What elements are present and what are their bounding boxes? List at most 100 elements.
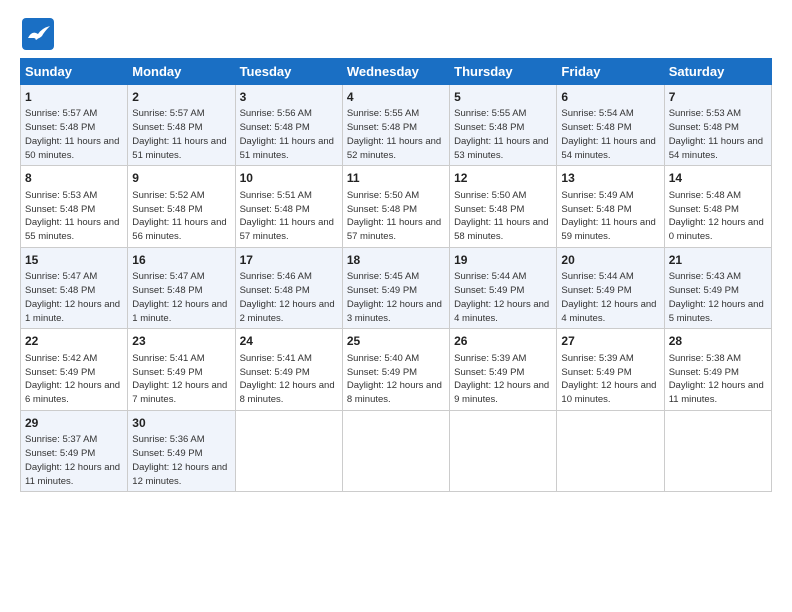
calendar-cell: 29Sunrise: 5:37 AMSunset: 5:49 PMDayligh… xyxy=(21,410,128,491)
day-number: 13 xyxy=(561,170,659,187)
sunrise-label: Sunrise: 5:41 AM xyxy=(240,353,312,364)
week-row-3: 15 Sunrise: 5:47 AM Sunset: 5:48 PM Dayligh… xyxy=(21,247,772,328)
calendar-cell: 13Sunrise: 5:49 AMSunset: 5:48 PMDayligh… xyxy=(557,166,664,247)
sunset-label: Sunset: 5:48 PM xyxy=(454,122,524,133)
calendar-cell: 12Sunrise: 5:50 AMSunset: 5:48 PMDayligh… xyxy=(450,166,557,247)
calendar-cell: 26Sunrise: 5:39 AMSunset: 5:49 PMDayligh… xyxy=(450,329,557,410)
sunset-label: Sunset: 5:49 PM xyxy=(25,448,95,459)
sunset-label: Sunset: 5:49 PM xyxy=(454,285,524,296)
calendar-cell: 16Sunrise: 5:47 AMSunset: 5:48 PMDayligh… xyxy=(128,247,235,328)
sunset-label: Sunset: 5:48 PM xyxy=(561,122,631,133)
sunrise-label: Sunrise: 5:54 AM xyxy=(561,108,633,119)
sunrise-label: Sunrise: 5:50 AM xyxy=(347,190,419,201)
sunrise-label: Sunrise: 5:47 AM xyxy=(132,271,204,282)
weekday-header-row: SundayMondayTuesdayWednesdayThursdayFrid… xyxy=(21,59,772,85)
daylight-label: Daylight: 12 hours and 7 minutes. xyxy=(132,380,227,405)
sunrise-label: Sunrise: 5:41 AM xyxy=(132,353,204,364)
sunrise-label: Sunrise: 5:53 AM xyxy=(669,108,741,119)
sunset-label: Sunset: 5:48 PM xyxy=(454,204,524,215)
calendar-cell: 3Sunrise: 5:56 AMSunset: 5:48 PMDaylight… xyxy=(235,85,342,166)
sunrise-label: Sunrise: 5:53 AM xyxy=(25,190,97,201)
calendar-cell xyxy=(450,410,557,491)
sunrise-label: Sunrise: 5:39 AM xyxy=(454,353,526,364)
calendar-cell xyxy=(342,410,449,491)
daylight-label: Daylight: 12 hours and 4 minutes. xyxy=(454,299,549,324)
sunset-label: Sunset: 5:48 PM xyxy=(347,204,417,215)
header xyxy=(20,16,772,52)
calendar-cell: 14Sunrise: 5:48 AMSunset: 5:48 PMDayligh… xyxy=(664,166,771,247)
sunrise-label: Sunrise: 5:44 AM xyxy=(454,271,526,282)
daylight-label: Daylight: 12 hours and 4 minutes. xyxy=(561,299,656,324)
sunset-label: Sunset: 5:48 PM xyxy=(240,122,310,133)
day-number: 8 xyxy=(25,170,123,187)
daylight-label: Daylight: 12 hours and 6 minutes. xyxy=(25,380,120,405)
calendar-cell: 9Sunrise: 5:52 AMSunset: 5:48 PMDaylight… xyxy=(128,166,235,247)
sunset-label: Sunset: 5:48 PM xyxy=(240,285,310,296)
day-number: 25 xyxy=(347,333,445,350)
daylight-label: Daylight: 11 hours and 53 minutes. xyxy=(454,136,548,161)
day-number: 26 xyxy=(454,333,552,350)
sunset-label: Sunset: 5:48 PM xyxy=(132,204,202,215)
calendar-cell: 24Sunrise: 5:41 AMSunset: 5:49 PMDayligh… xyxy=(235,329,342,410)
daylight-label: Daylight: 12 hours and 5 minutes. xyxy=(669,299,764,324)
day-number: 11 xyxy=(347,170,445,187)
day-number: 30 xyxy=(132,415,230,432)
sunrise-label: Sunrise: 5:42 AM xyxy=(25,353,97,364)
sunset-label: Sunset: 5:48 PM xyxy=(132,285,202,296)
week-row-5: 29Sunrise: 5:37 AMSunset: 5:49 PMDayligh… xyxy=(21,410,772,491)
calendar-cell: 1Sunrise: 5:57 AMSunset: 5:48 PMDaylight… xyxy=(21,85,128,166)
sunset-label: Sunset: 5:49 PM xyxy=(669,367,739,378)
calendar-table: SundayMondayTuesdayWednesdayThursdayFrid… xyxy=(20,58,772,492)
sunrise-label: Sunrise: 5:43 AM xyxy=(669,271,741,282)
calendar-cell: 23Sunrise: 5:41 AMSunset: 5:49 PMDayligh… xyxy=(128,329,235,410)
day-number: 5 xyxy=(454,89,552,106)
daylight-label: Daylight: 11 hours and 51 minutes. xyxy=(240,136,334,161)
calendar-cell: 8Sunrise: 5:53 AMSunset: 5:48 PMDaylight… xyxy=(21,166,128,247)
daylight-label: Daylight: 12 hours and 2 minutes. xyxy=(240,299,335,324)
calendar-cell: 22Sunrise: 5:42 AMSunset: 5:49 PMDayligh… xyxy=(21,329,128,410)
sunrise-label: Sunrise: 5:37 AM xyxy=(25,434,97,445)
sunrise-label: Sunrise: 5:57 AM xyxy=(25,108,97,119)
daylight-label: Daylight: 11 hours and 56 minutes. xyxy=(132,217,226,242)
calendar-cell xyxy=(664,410,771,491)
calendar-cell: 18Sunrise: 5:45 AMSunset: 5:49 PMDayligh… xyxy=(342,247,449,328)
sunset-label: Sunset: 5:48 PM xyxy=(25,285,95,296)
sunset-label: Sunset: 5:49 PM xyxy=(561,367,631,378)
calendar-cell: 10Sunrise: 5:51 AMSunset: 5:48 PMDayligh… xyxy=(235,166,342,247)
calendar-cell: 6Sunrise: 5:54 AMSunset: 5:48 PMDaylight… xyxy=(557,85,664,166)
daylight-label: Daylight: 12 hours and 8 minutes. xyxy=(347,380,442,405)
daylight-label: Daylight: 11 hours and 51 minutes. xyxy=(132,136,226,161)
weekday-monday: Monday xyxy=(128,59,235,85)
sunset-label: Sunset: 5:49 PM xyxy=(240,367,310,378)
calendar-cell xyxy=(557,410,664,491)
day-number: 18 xyxy=(347,252,445,269)
day-number: 19 xyxy=(454,252,552,269)
sunset-label: Sunset: 5:48 PM xyxy=(347,122,417,133)
day-number: 29 xyxy=(25,415,123,432)
sunrise-label: Sunrise: 5:45 AM xyxy=(347,271,419,282)
sunrise-label: Sunrise: 5:52 AM xyxy=(132,190,204,201)
calendar-cell: 15Sunrise: 5:47 AMSunset: 5:48 PMDayligh… xyxy=(21,247,128,328)
calendar-cell: 25Sunrise: 5:40 AMSunset: 5:49 PMDayligh… xyxy=(342,329,449,410)
sunrise-label: Sunrise: 5:47 AM xyxy=(25,271,97,282)
day-number: 15 xyxy=(25,252,123,269)
daylight-label: Daylight: 12 hours and 3 minutes. xyxy=(347,299,442,324)
daylight-label: Daylight: 12 hours and 11 minutes. xyxy=(669,380,764,405)
day-number: 7 xyxy=(669,89,767,106)
calendar-cell: 19 Sunrise: 5:44 AM Sunset: 5:49 PM Dayligh… xyxy=(450,247,557,328)
sunrise-label: Sunrise: 5:49 AM xyxy=(561,190,633,201)
daylight-label: Daylight: 11 hours and 52 minutes. xyxy=(347,136,441,161)
daylight-label: Daylight: 11 hours and 50 minutes. xyxy=(25,136,119,161)
weekday-thursday: Thursday xyxy=(450,59,557,85)
daylight-label: Daylight: 12 hours and 10 minutes. xyxy=(561,380,656,405)
calendar-cell: 2Sunrise: 5:57 AMSunset: 5:48 PMDaylight… xyxy=(128,85,235,166)
daylight-label: Daylight: 11 hours and 58 minutes. xyxy=(454,217,548,242)
week-row-1: 1Sunrise: 5:57 AMSunset: 5:48 PMDaylight… xyxy=(21,85,772,166)
day-number: 4 xyxy=(347,89,445,106)
day-number: 20 xyxy=(561,252,659,269)
weekday-friday: Friday xyxy=(557,59,664,85)
daylight-label: Daylight: 11 hours and 54 minutes. xyxy=(669,136,763,161)
sunset-label: Sunset: 5:48 PM xyxy=(25,122,95,133)
day-number: 28 xyxy=(669,333,767,350)
calendar-cell: 5Sunrise: 5:55 AMSunset: 5:48 PMDaylight… xyxy=(450,85,557,166)
